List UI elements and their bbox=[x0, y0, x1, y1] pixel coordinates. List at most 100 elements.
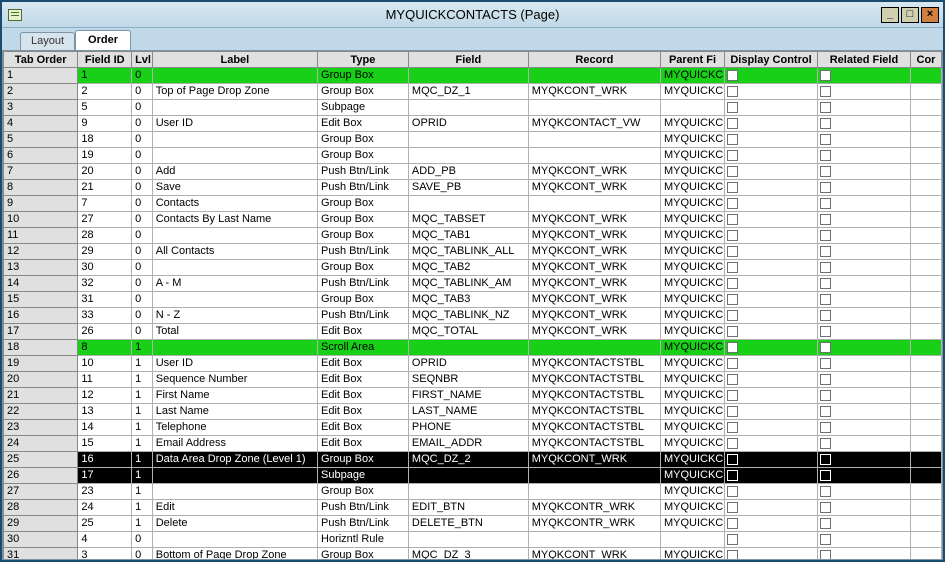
cell-lvl[interactable]: 0 bbox=[132, 324, 153, 340]
cell-field[interactable] bbox=[408, 100, 528, 116]
cell-parent[interactable]: MYQUICKC bbox=[660, 116, 724, 132]
cell-display-control[interactable] bbox=[725, 100, 818, 116]
cell-cor[interactable] bbox=[910, 516, 941, 532]
cell-type[interactable]: Scroll Area bbox=[318, 340, 409, 356]
checkbox-icon[interactable] bbox=[727, 70, 738, 81]
cell-related-field[interactable] bbox=[817, 308, 910, 324]
cell-fid[interactable]: 10 bbox=[78, 356, 132, 372]
cell-field[interactable] bbox=[408, 196, 528, 212]
checkbox-icon[interactable] bbox=[727, 310, 738, 321]
cell-record[interactable]: MYQKCONT_WRK bbox=[528, 212, 660, 228]
checkbox-icon[interactable] bbox=[727, 134, 738, 145]
cell-record[interactable]: MYQKCONTACTSTBL bbox=[528, 436, 660, 452]
cell-field[interactable]: OPRID bbox=[408, 116, 528, 132]
col-lvl[interactable]: Lvl bbox=[132, 52, 153, 68]
cell-tab[interactable]: 1 bbox=[4, 68, 78, 84]
cell-tab[interactable]: 18 bbox=[4, 340, 78, 356]
cell-type[interactable]: Push Btn/Link bbox=[318, 244, 409, 260]
cell-parent[interactable]: MYQUICKC bbox=[660, 452, 724, 468]
cell-type[interactable]: Group Box bbox=[318, 68, 409, 84]
cell-tab[interactable]: 7 bbox=[4, 164, 78, 180]
cell-parent[interactable]: MYQUICKC bbox=[660, 324, 724, 340]
cell-type[interactable]: Group Box bbox=[318, 84, 409, 100]
cell-tab[interactable]: 13 bbox=[4, 260, 78, 276]
checkbox-icon[interactable] bbox=[820, 342, 831, 353]
cell-parent[interactable]: MYQUICKC bbox=[660, 548, 724, 561]
cell-record[interactable]: MYQKCONT_WRK bbox=[528, 292, 660, 308]
cell-display-control[interactable] bbox=[725, 116, 818, 132]
cell-lvl[interactable]: 1 bbox=[132, 500, 153, 516]
cell-field[interactable]: MQC_TABLINK_AM bbox=[408, 276, 528, 292]
checkbox-icon[interactable] bbox=[727, 230, 738, 241]
cell-lvl[interactable]: 0 bbox=[132, 164, 153, 180]
cell-type[interactable]: Group Box bbox=[318, 148, 409, 164]
table-row[interactable]: 23141TelephoneEdit BoxPHONEMYQKCONTACTST… bbox=[4, 420, 942, 436]
cell-label[interactable] bbox=[152, 100, 317, 116]
cell-label[interactable]: A - M bbox=[152, 276, 317, 292]
checkbox-icon[interactable] bbox=[727, 342, 738, 353]
cell-type[interactable]: Edit Box bbox=[318, 404, 409, 420]
cell-record[interactable] bbox=[528, 532, 660, 548]
cell-cor[interactable] bbox=[910, 340, 941, 356]
cell-display-control[interactable] bbox=[725, 324, 818, 340]
cell-label[interactable]: Add bbox=[152, 164, 317, 180]
cell-field[interactable] bbox=[408, 532, 528, 548]
cell-related-field[interactable] bbox=[817, 452, 910, 468]
cell-lvl[interactable]: 0 bbox=[132, 292, 153, 308]
cell-lvl[interactable]: 0 bbox=[132, 260, 153, 276]
col-type[interactable]: Type bbox=[318, 52, 409, 68]
cell-label[interactable] bbox=[152, 68, 317, 84]
table-row[interactable]: 22131Last NameEdit BoxLAST_NAMEMYQKCONTA… bbox=[4, 404, 942, 420]
cell-type[interactable]: Edit Box bbox=[318, 388, 409, 404]
cell-type[interactable]: Push Btn/Link bbox=[318, 164, 409, 180]
table-row[interactable]: 19101User IDEdit BoxOPRIDMYQKCONTACTSTBL… bbox=[4, 356, 942, 372]
checkbox-icon[interactable] bbox=[820, 246, 831, 257]
cell-display-control[interactable] bbox=[725, 148, 818, 164]
cell-record[interactable]: MYQKCONT_WRK bbox=[528, 84, 660, 100]
checkbox-icon[interactable] bbox=[820, 406, 831, 417]
cell-type[interactable]: Push Btn/Link bbox=[318, 276, 409, 292]
cell-related-field[interactable] bbox=[817, 340, 910, 356]
cell-cor[interactable] bbox=[910, 468, 941, 484]
table-row[interactable]: 220Top of Page Drop ZoneGroup BoxMQC_DZ_… bbox=[4, 84, 942, 100]
cell-parent[interactable]: MYQUICKC bbox=[660, 484, 724, 500]
cell-lvl[interactable]: 0 bbox=[132, 532, 153, 548]
table-row[interactable]: 12290All ContactsPush Btn/LinkMQC_TABLIN… bbox=[4, 244, 942, 260]
cell-tab[interactable]: 23 bbox=[4, 420, 78, 436]
checkbox-icon[interactable] bbox=[727, 550, 738, 560]
cell-tab[interactable]: 3 bbox=[4, 100, 78, 116]
cell-record[interactable] bbox=[528, 468, 660, 484]
cell-lvl[interactable]: 1 bbox=[132, 436, 153, 452]
cell-record[interactable]: MYQKCONTR_WRK bbox=[528, 500, 660, 516]
cell-display-control[interactable] bbox=[725, 372, 818, 388]
cell-record[interactable]: MYQKCONT_WRK bbox=[528, 324, 660, 340]
cell-cor[interactable] bbox=[910, 212, 941, 228]
cell-type[interactable]: Push Btn/Link bbox=[318, 516, 409, 532]
cell-field[interactable] bbox=[408, 148, 528, 164]
cell-label[interactable] bbox=[152, 148, 317, 164]
cell-related-field[interactable] bbox=[817, 532, 910, 548]
cell-cor[interactable] bbox=[910, 260, 941, 276]
cell-tab[interactable]: 31 bbox=[4, 548, 78, 561]
cell-field[interactable]: MQC_TABSET bbox=[408, 212, 528, 228]
cell-lvl[interactable]: 0 bbox=[132, 180, 153, 196]
cell-cor[interactable] bbox=[910, 436, 941, 452]
cell-fid[interactable]: 15 bbox=[78, 436, 132, 452]
cell-lvl[interactable]: 0 bbox=[132, 116, 153, 132]
cell-lvl[interactable]: 1 bbox=[132, 420, 153, 436]
table-row[interactable]: 17260TotalEdit BoxMQC_TOTALMYQKCONT_WRKM… bbox=[4, 324, 942, 340]
cell-record[interactable]: MYQKCONT_WRK bbox=[528, 276, 660, 292]
cell-field[interactable]: LAST_NAME bbox=[408, 404, 528, 420]
cell-related-field[interactable] bbox=[817, 164, 910, 180]
cell-tab[interactable]: 29 bbox=[4, 516, 78, 532]
checkbox-icon[interactable] bbox=[727, 518, 738, 529]
cell-cor[interactable] bbox=[910, 372, 941, 388]
cell-label[interactable]: N - Z bbox=[152, 308, 317, 324]
cell-tab[interactable]: 25 bbox=[4, 452, 78, 468]
cell-display-control[interactable] bbox=[725, 292, 818, 308]
cell-parent[interactable]: MYQUICKC bbox=[660, 196, 724, 212]
maximize-button[interactable]: □ bbox=[901, 7, 919, 23]
cell-fid[interactable]: 17 bbox=[78, 468, 132, 484]
cell-parent[interactable]: MYQUICKC bbox=[660, 292, 724, 308]
cell-related-field[interactable] bbox=[817, 372, 910, 388]
